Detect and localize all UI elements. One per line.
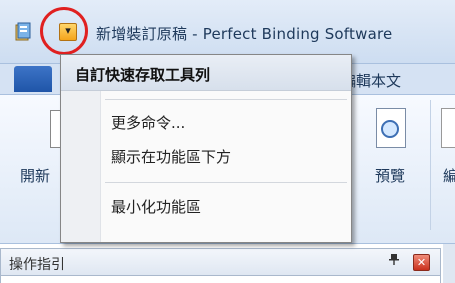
group-divider: [430, 100, 431, 230]
menu-header-title: 自訂快速存取工具列: [75, 66, 211, 84]
window-title: 新增裝訂原稿 - Perfect Binding Software: [96, 25, 393, 43]
menu-header: 自訂快速存取工具列: [61, 55, 351, 91]
magnifier-icon: [381, 120, 399, 138]
highlight-circle: [40, 7, 88, 55]
edit-button-label[interactable]: 編: [443, 165, 455, 186]
pin-icon[interactable]: [389, 253, 399, 269]
menu-icon-gutter: [61, 91, 101, 242]
preview-button-label[interactable]: 預覽: [375, 165, 405, 186]
menu-item-more-commands[interactable]: 更多命令...: [111, 111, 341, 135]
menu-separator: [105, 182, 347, 183]
right-panel-edge: [443, 244, 455, 283]
menu-separator: [105, 99, 347, 100]
edit-icon[interactable]: [441, 108, 455, 148]
menu-item-show-below-ribbon[interactable]: 顯示在功能區下方: [111, 145, 341, 169]
new-button-label[interactable]: 開新: [20, 165, 50, 186]
guide-pane-title: 操作指引: [9, 257, 65, 273]
close-icon[interactable]: ✕: [413, 254, 430, 271]
guide-pane-header: 操作指引 ✕: [0, 248, 441, 276]
app-icon[interactable]: [14, 22, 32, 42]
qat-customize-menu: 自訂快速存取工具列 更多命令... 顯示在功能區下方 最小化功能區: [60, 54, 352, 243]
guide-pane-body: [0, 276, 441, 283]
menu-item-minimize-ribbon[interactable]: 最小化功能區: [111, 195, 341, 219]
file-tab[interactable]: [14, 66, 52, 92]
